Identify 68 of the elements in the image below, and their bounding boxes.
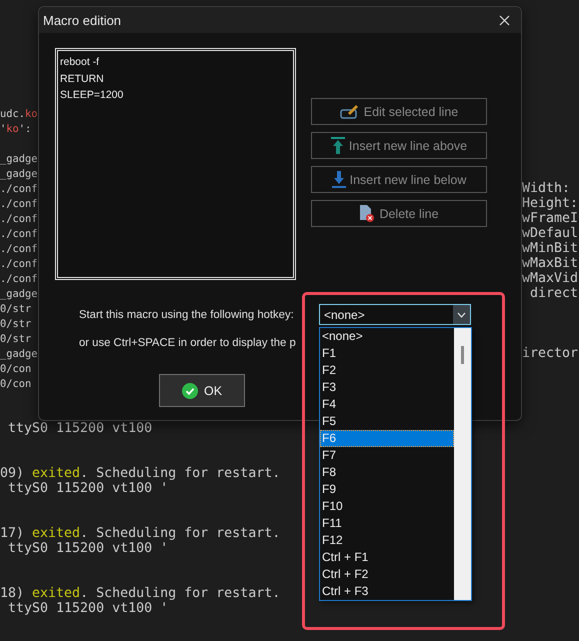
dropdown-option[interactable]: F10 <box>320 498 454 515</box>
terminal-text: _gadge <box>0 168 38 180</box>
scrollbar[interactable] <box>454 328 471 600</box>
terminal-text: ttyS0 115200 vt100 <box>7 421 152 436</box>
terminal-text: ttyS0 115200 vt100 ' <box>7 601 168 616</box>
terminal-text: 18) exited. Scheduling for restart. <box>0 586 280 601</box>
hotkey-dropdown[interactable]: <none> <box>319 304 471 325</box>
dropdown-option[interactable]: Ctrl + F3 <box>320 583 454 600</box>
terminal-text: ./conf <box>0 213 38 225</box>
dropdown-option[interactable]: F4 <box>320 396 454 413</box>
window-title: Macro edition <box>43 12 122 28</box>
macro-list[interactable]: reboot -f RETURN SLEEP=1200 <box>55 48 296 280</box>
terminal-text: wMinBit <box>522 241 579 256</box>
terminal-text: ./conf <box>0 243 38 255</box>
terminal-text: ./conf <box>0 198 38 210</box>
terminal-text: wMaxVid <box>522 271 579 286</box>
down-arrow-icon <box>332 171 346 188</box>
dropdown-option[interactable]: F6 <box>320 430 454 447</box>
terminal-text: _gadge <box>0 153 38 165</box>
terminal-text: Width: <box>522 181 572 196</box>
check-icon <box>182 382 198 398</box>
terminal-text: 0/str <box>0 333 32 345</box>
dropdown-option[interactable]: F12 <box>320 532 454 549</box>
terminal-text: ttyS0 115200 vt100 ' <box>7 481 168 496</box>
hint-text: or use Ctrl+SPACE in order to display the p <box>78 337 297 349</box>
ok-button[interactable]: OK <box>159 374 245 407</box>
up-arrow-icon <box>330 137 345 154</box>
macro-line[interactable]: RETURN <box>60 70 291 87</box>
terminal-text: wMaxBit <box>522 256 579 272</box>
terminal-text: 0/con <box>0 363 32 375</box>
terminal-text: ttyS0 115200 vt100 ' <box>7 541 168 556</box>
dropdown-option[interactable]: F1 <box>320 345 454 362</box>
dropdown-option[interactable]: Ctrl + F2 <box>320 566 454 583</box>
macro-line[interactable]: reboot -f <box>60 54 291 70</box>
terminal-text: ./conf <box>0 273 38 285</box>
close-icon[interactable] <box>499 14 510 26</box>
terminal-text: _gadge <box>0 348 38 360</box>
hotkey-label: Start this macro using the following hotkey: <box>79 308 295 320</box>
terminal-text: wDefaul <box>522 226 579 242</box>
terminal-text: 0/str <box>0 303 32 315</box>
delete-file-icon <box>359 205 376 222</box>
terminal-text: udc.ko <box>0 108 38 120</box>
chevron-down-icon <box>457 312 466 318</box>
dropdown-option[interactable]: F2 <box>320 362 454 379</box>
dropdown-option[interactable]: <none> <box>320 328 454 345</box>
terminal-text: ./conf <box>0 258 38 270</box>
dropdown-option[interactable]: F8 <box>320 464 454 481</box>
terminal-text: 09) exited. Scheduling for restart. <box>0 466 280 481</box>
dropdown-option[interactable]: Ctrl + F1 <box>320 549 454 566</box>
terminal-text: irector <box>522 346 579 362</box>
pencil-icon <box>340 104 360 119</box>
terminal-text: 0/con <box>0 378 32 390</box>
dropdown-option[interactable]: F11 <box>320 515 454 532</box>
terminal-text: Height: <box>522 196 579 212</box>
dropdown-option[interactable]: F3 <box>320 379 454 396</box>
terminal-text: 'ko': <box>0 123 32 135</box>
terminal-text: wFrameI <box>522 211 579 226</box>
terminal-text: _gadge <box>0 288 38 300</box>
dropdown-option[interactable]: F9 <box>320 481 454 498</box>
scrollbar-thumb[interactable] <box>461 346 464 364</box>
terminal-text: ./conf <box>0 183 38 195</box>
terminal-text: 17) exited. Scheduling for restart. <box>0 526 280 541</box>
terminal-text: direct <box>529 286 579 302</box>
terminal-text: 0/str <box>0 318 32 330</box>
dropdown-option[interactable]: F5 <box>320 413 454 430</box>
terminal-text: ./conf <box>0 228 38 240</box>
macro-line[interactable]: SLEEP=1200 <box>60 87 291 104</box>
dropdown-option[interactable]: F7 <box>320 447 454 464</box>
